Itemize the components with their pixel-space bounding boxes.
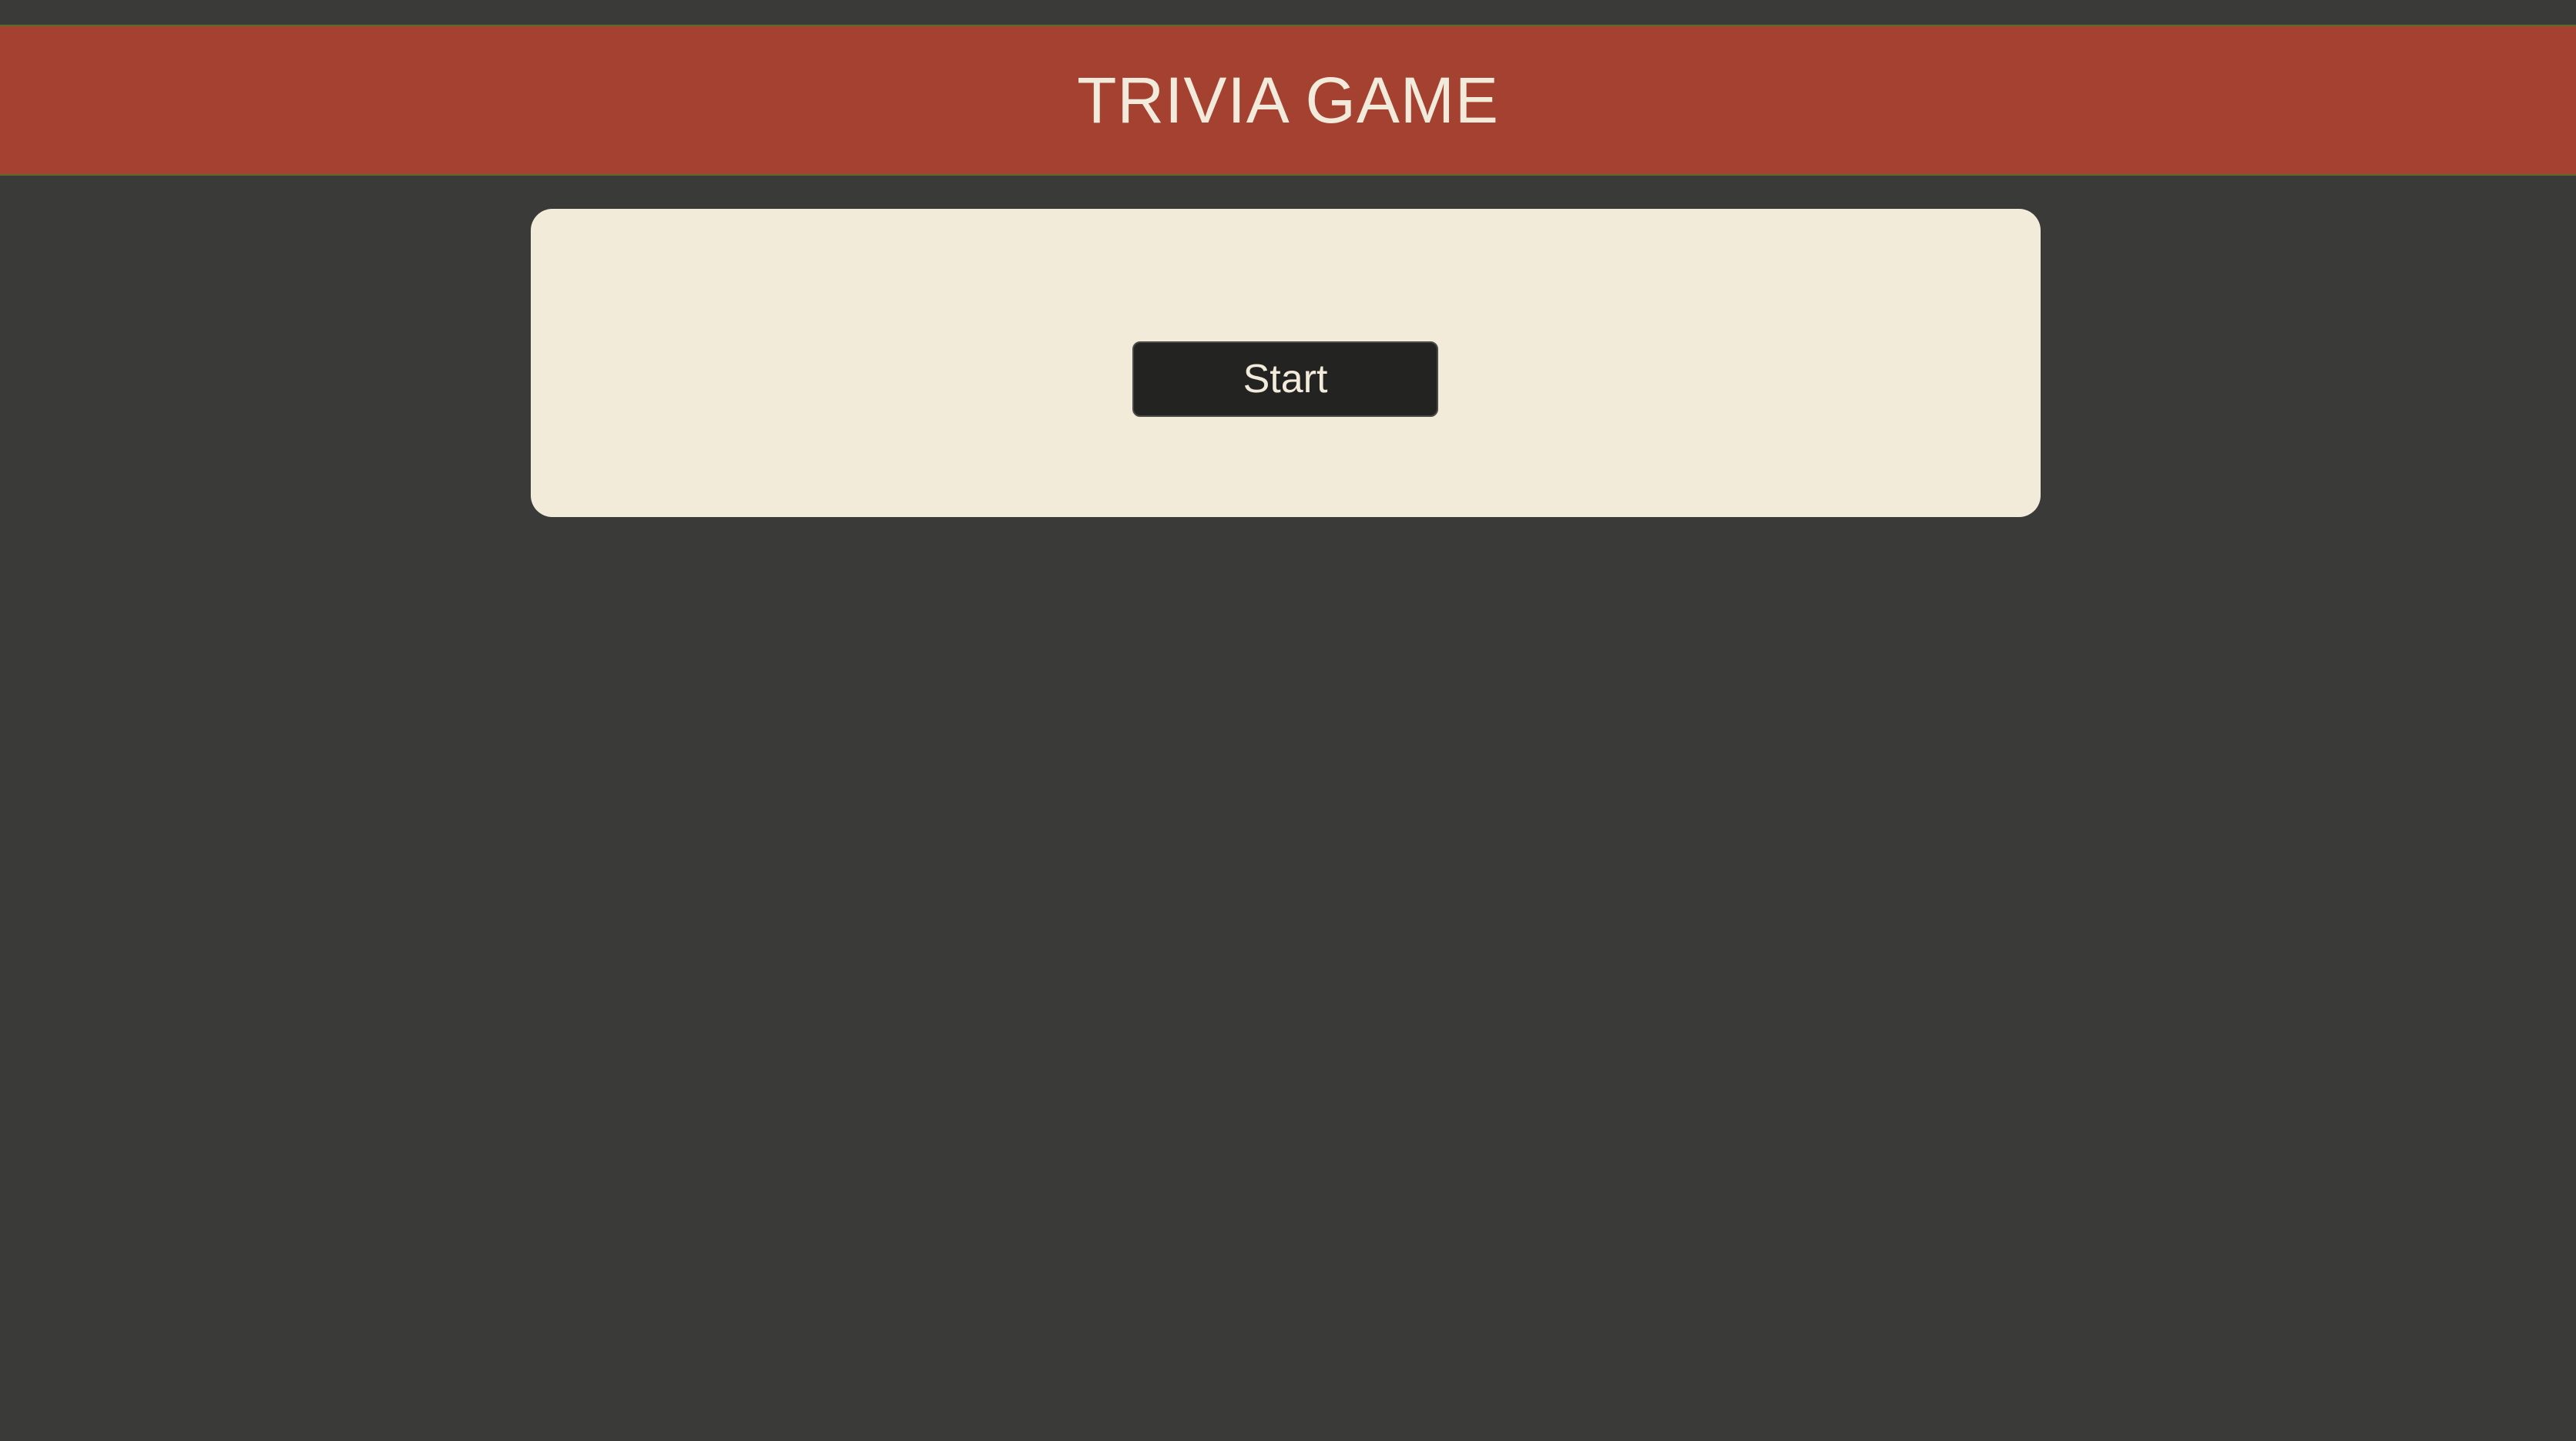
page: TRIVIA GAME Start — [0, 0, 2576, 1441]
header-bar: TRIVIA GAME — [0, 25, 2576, 176]
start-button[interactable]: Start — [1132, 341, 1438, 417]
page-title: TRIVIA GAME — [1077, 63, 1499, 136]
game-card: Start — [531, 209, 2041, 517]
